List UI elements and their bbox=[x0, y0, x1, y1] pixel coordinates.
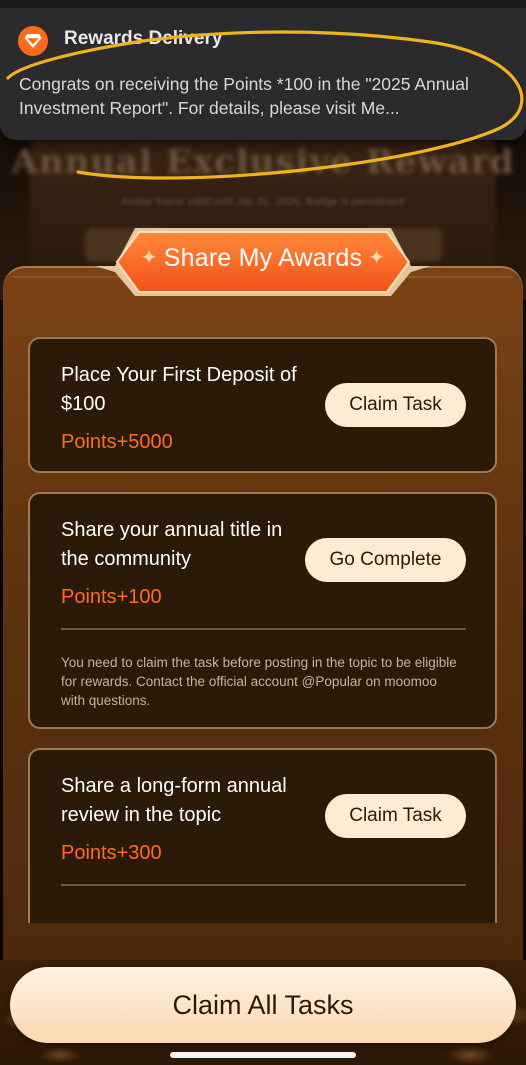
annual-reward-title: Annual Exclusive Reward bbox=[11, 142, 515, 182]
annual-reward-subtitle: Avatar frame valid until Jan 31, 2026, B… bbox=[121, 196, 405, 208]
share-awards-ribbon: ✦ Share My Awards ✦ bbox=[95, 222, 431, 300]
card-divider bbox=[61, 884, 466, 886]
task-points: Points+100 bbox=[61, 586, 162, 608]
task-title: Share a long-form annual review in the t… bbox=[61, 775, 287, 826]
task-card-deposit: Place Your First Deposit of $100 Points+… bbox=[28, 337, 497, 473]
share-awards-label: Share My Awards bbox=[163, 244, 363, 272]
claim-task-button[interactable]: Claim Task bbox=[325, 794, 466, 838]
task-points: Points+5000 bbox=[61, 431, 173, 453]
card-divider bbox=[61, 628, 466, 630]
notification-title: Rewards Delivery bbox=[64, 28, 223, 49]
sparkle-icon: ✦ bbox=[140, 247, 158, 269]
notification-body: Congrats on receiving the Points *100 in… bbox=[19, 74, 469, 118]
home-indicator[interactable] bbox=[170, 1052, 356, 1058]
task-note: You need to claim the task before postin… bbox=[61, 655, 457, 708]
claim-all-tasks-button[interactable]: Claim All Tasks bbox=[10, 967, 516, 1043]
go-complete-button[interactable]: Go Complete bbox=[305, 538, 466, 582]
task-card-long-review: Share a long-form annual review in the t… bbox=[28, 748, 497, 923]
task-title: Place Your First Deposit of $100 bbox=[61, 364, 297, 415]
share-awards-title: ✦ Share My Awards ✦ bbox=[95, 244, 431, 273]
task-title: Share your annual title in the community bbox=[61, 519, 283, 570]
status-bar bbox=[0, 0, 526, 8]
claim-task-button[interactable]: Claim Task bbox=[325, 383, 466, 427]
task-points: Points+300 bbox=[61, 842, 162, 864]
sparkle-icon: ✦ bbox=[368, 247, 386, 269]
notification-banner[interactable]: Rewards Delivery Congrats on receiving t… bbox=[0, 8, 526, 140]
task-card-share-title: Share your annual title in the community… bbox=[28, 492, 497, 729]
diamond-icon bbox=[18, 26, 48, 56]
